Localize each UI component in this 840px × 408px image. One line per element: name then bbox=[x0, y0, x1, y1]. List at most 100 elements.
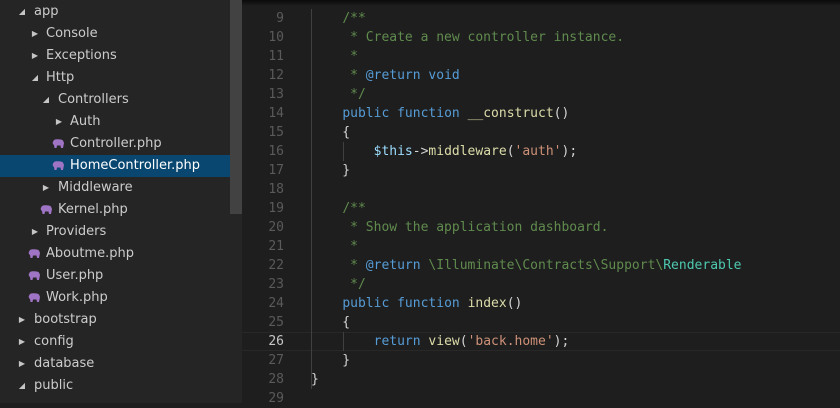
code-line[interactable]: 15 { bbox=[242, 123, 840, 142]
code-token: /** bbox=[342, 11, 366, 26]
code-token: public bbox=[342, 106, 390, 121]
code-text: return view('back.home'); bbox=[311, 333, 570, 350]
tree-file-item[interactable]: HomeController.php bbox=[0, 155, 242, 177]
code-line[interactable]: 23 */ bbox=[242, 275, 840, 294]
tree-item-label: Http bbox=[46, 70, 75, 85]
tree-item-label: database bbox=[34, 356, 95, 371]
tree-folder-item[interactable]: ▶ Exceptions bbox=[0, 45, 242, 67]
tree-item-label: Work.php bbox=[46, 290, 108, 305]
code-line[interactable]: 16 $this->middleware('auth'); bbox=[242, 142, 840, 161]
tree-item-label: Console bbox=[46, 26, 98, 41]
code-token: ); bbox=[561, 144, 578, 159]
code-token: public bbox=[342, 296, 390, 311]
tree-folder-item[interactable]: ◢ Controllers bbox=[0, 89, 242, 111]
chevron-right-icon[interactable]: ▶ bbox=[29, 221, 41, 243]
line-number: 10 bbox=[268, 30, 284, 45]
sidebar-scrollbar[interactable] bbox=[230, 0, 242, 214]
chevron-down-icon[interactable]: ◢ bbox=[16, 1, 28, 23]
code-token: * bbox=[311, 68, 366, 83]
code-line[interactable]: 9 /** bbox=[242, 9, 840, 28]
code-token: * bbox=[311, 239, 358, 254]
code-line[interactable]: 14 public function __construct() bbox=[242, 104, 840, 123]
code-token: ( bbox=[506, 144, 515, 159]
chevron-right-icon[interactable]: ▶ bbox=[16, 331, 28, 353]
code-line[interactable]: 18 bbox=[242, 180, 840, 199]
code-line[interactable]: 25 { bbox=[242, 313, 840, 332]
code-line[interactable]: 24 public function index() bbox=[242, 294, 840, 313]
code-line[interactable]: 29 bbox=[242, 389, 840, 408]
tree-file-item[interactable]: Kernel.php bbox=[0, 199, 242, 221]
tree-folder-item[interactable]: ◢ public bbox=[0, 375, 242, 397]
explorer-sidebar: ◢ app ▶ Console ▶ Exceptions ◢ Http ◢ Controllers… bbox=[0, 0, 242, 403]
tree-folder-item[interactable]: ▶ bootstrap bbox=[0, 309, 242, 331]
code-line[interactable]: 28} bbox=[242, 370, 840, 389]
php-elephant-icon bbox=[52, 161, 64, 170]
line-number: 25 bbox=[268, 315, 284, 330]
code-token: () bbox=[553, 106, 570, 121]
tree-folder-item[interactable]: ▶ Console bbox=[0, 23, 242, 45]
tree-folder-item[interactable]: ▶ Auth bbox=[0, 111, 242, 133]
indent-guide bbox=[311, 9, 312, 389]
code-line[interactable]: 10 * Create a new controller instance. bbox=[242, 28, 840, 47]
code-text: { bbox=[311, 123, 350, 142]
code-line[interactable]: 11 * bbox=[242, 47, 840, 66]
tree-folder-item[interactable]: ▶ Middleware bbox=[0, 177, 242, 199]
tree-folder-item[interactable]: ▶ Providers bbox=[0, 221, 242, 243]
code-line[interactable]: 20 * Show the application dashboard. bbox=[242, 218, 840, 237]
code-text: * @return void bbox=[311, 66, 460, 85]
code-line[interactable]: 17 } bbox=[242, 161, 840, 180]
code-token: $this bbox=[373, 144, 413, 159]
tree-file-item[interactable]: Controller.php bbox=[0, 133, 242, 155]
chevron-right-icon[interactable]: ▶ bbox=[40, 177, 52, 199]
chevron-right-icon[interactable]: ▶ bbox=[29, 23, 41, 45]
chevron-right-icon[interactable]: ▶ bbox=[16, 353, 28, 375]
code-token: ); bbox=[553, 334, 570, 349]
code-editor[interactable]: 9 /** 10 * Create a new controller instan… bbox=[242, 0, 840, 406]
tree-folder-item[interactable]: ◢ Http bbox=[0, 67, 242, 89]
php-elephant-icon bbox=[28, 293, 40, 302]
tree-file-item[interactable]: Work.php bbox=[0, 287, 242, 309]
code-token: middleware bbox=[428, 144, 507, 159]
code-line[interactable]: 27 } bbox=[242, 351, 840, 370]
chevron-down-icon[interactable]: ◢ bbox=[29, 67, 41, 89]
tree-folder-item[interactable]: ▶ database bbox=[0, 353, 242, 375]
code-line[interactable]: 12 * @return void bbox=[242, 66, 840, 85]
code-token: function bbox=[397, 106, 460, 121]
tree-file-item[interactable]: Aboutme.php bbox=[0, 243, 242, 265]
chevron-down-icon[interactable]: ◢ bbox=[40, 89, 52, 111]
code-line[interactable]: 13 */ bbox=[242, 85, 840, 104]
code-line[interactable]: 26 return view('back.home'); bbox=[242, 332, 840, 351]
tree-file-item[interactable]: User.php bbox=[0, 265, 242, 287]
code-text: $this->middleware('auth'); bbox=[311, 142, 578, 161]
line-number: 21 bbox=[268, 239, 284, 254]
code-line[interactable]: 21 * bbox=[242, 237, 840, 256]
code-token: __construct bbox=[467, 106, 554, 121]
code-text: * Create a new controller instance. bbox=[311, 28, 624, 47]
code-text: * bbox=[311, 237, 358, 256]
code-token: @return bbox=[365, 258, 421, 273]
chevron-right-icon[interactable]: ▶ bbox=[53, 111, 65, 133]
chevron-right-icon[interactable]: ▶ bbox=[16, 309, 28, 331]
code-text: public function index() bbox=[311, 294, 522, 313]
code-text: */ bbox=[311, 275, 366, 294]
tree-item-label: Middleware bbox=[58, 180, 133, 195]
line-number: 17 bbox=[268, 163, 284, 178]
code-line[interactable]: 19 /** bbox=[242, 199, 840, 218]
code-text: public function __construct() bbox=[311, 104, 569, 123]
tree-folder-item[interactable]: ▶ config bbox=[0, 331, 242, 353]
line-number: 29 bbox=[268, 391, 284, 406]
chevron-down-icon[interactable]: ◢ bbox=[16, 375, 28, 397]
tree-folder-item[interactable]: ◢ app bbox=[0, 1, 242, 23]
code-token: 'auth' bbox=[514, 144, 562, 159]
chevron-right-icon[interactable]: ▶ bbox=[29, 45, 41, 67]
code-token: -> bbox=[412, 144, 429, 159]
line-number: 28 bbox=[268, 372, 284, 387]
code-line[interactable]: 22 * @return \Illuminate\Contracts\Suppo… bbox=[242, 256, 840, 275]
line-number: 24 bbox=[268, 296, 284, 311]
indent-guide bbox=[343, 142, 344, 161]
line-number: 11 bbox=[268, 49, 284, 64]
